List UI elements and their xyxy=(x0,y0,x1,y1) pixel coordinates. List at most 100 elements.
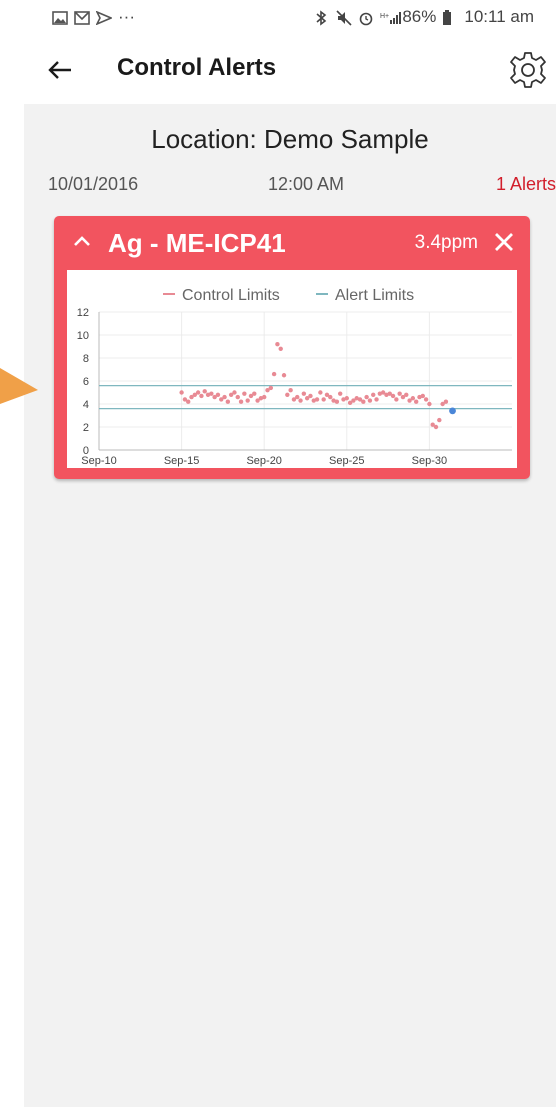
close-icon[interactable] xyxy=(492,230,516,254)
data-point xyxy=(361,399,366,404)
data-point xyxy=(222,394,227,400)
alert-value: 3.4ppm xyxy=(414,232,478,253)
alert-time: 12:00 AM xyxy=(268,174,345,194)
data-point xyxy=(371,392,376,397)
y-tick-label: 8 xyxy=(83,353,89,365)
page-title: Control Alerts xyxy=(117,54,277,81)
analyte-name: Ag - ME-ICP41 xyxy=(108,228,286,258)
x-tick-label: Sep-15 xyxy=(164,455,199,467)
data-point xyxy=(242,391,247,396)
y-tick-label: 10 xyxy=(77,330,89,342)
data-point xyxy=(238,399,244,404)
data-point xyxy=(423,397,429,402)
data-point xyxy=(443,399,449,404)
app-bar: Control Alerts xyxy=(0,42,556,98)
data-point xyxy=(245,398,250,403)
data-point xyxy=(328,394,333,400)
y-tick-label: 2 xyxy=(83,422,89,434)
notification-icons: ··· xyxy=(52,7,135,27)
data-point xyxy=(232,390,237,395)
clock: 10:11 am xyxy=(464,7,534,26)
data-point xyxy=(199,393,204,399)
data-point xyxy=(433,424,439,430)
gallery-icon xyxy=(52,10,68,25)
data-point xyxy=(225,399,231,404)
gear-icon[interactable] xyxy=(508,50,548,90)
data-point xyxy=(413,399,419,404)
data-point xyxy=(321,397,326,402)
data-point xyxy=(209,391,214,396)
data-point xyxy=(271,371,277,377)
data-point xyxy=(314,397,320,402)
message-icon xyxy=(74,10,90,25)
back-arrow-icon[interactable] xyxy=(44,54,76,86)
data-point xyxy=(278,346,283,351)
mute-icon xyxy=(336,10,352,26)
alert-card[interactable]: Ag - ME-ICP41 3.4ppm Control Limits Alert… xyxy=(54,216,530,479)
data-point xyxy=(394,397,399,402)
data-point xyxy=(427,401,432,407)
data-point xyxy=(295,394,300,400)
data-point xyxy=(364,394,369,400)
battery-icon xyxy=(442,10,458,25)
data-point xyxy=(252,391,257,396)
data-point xyxy=(390,393,396,399)
data-point xyxy=(437,417,442,423)
alert-summary-row: 10/01/2016 12:00 AM 1 Alerts xyxy=(48,174,556,198)
screen: ··· H+ 86% 10:11 am Control Alerts Locat… xyxy=(0,0,556,1107)
alert-date: 10/01/2016 xyxy=(48,174,139,194)
x-tick-label: Sep-30 xyxy=(412,455,447,467)
system-status: H+ 86% 10:11 am xyxy=(314,7,534,27)
data-point xyxy=(337,391,343,396)
x-tick-label: Sep-25 xyxy=(329,455,364,467)
data-point xyxy=(404,392,409,397)
data-point xyxy=(268,385,274,391)
y-tick-label: 6 xyxy=(83,376,89,388)
data-point xyxy=(186,399,191,404)
data-point xyxy=(275,342,280,347)
data-point xyxy=(281,373,287,378)
arrow-pointer-icon xyxy=(0,364,38,406)
data-point xyxy=(195,390,201,395)
svg-text:H+: H+ xyxy=(380,13,389,20)
data-point xyxy=(262,394,267,400)
send-icon xyxy=(95,10,114,26)
data-point xyxy=(410,396,416,401)
control-chart: Control Limits Alert Limits 0 2 4 6 8 10 12 Sep-1… xyxy=(67,270,517,468)
data-point xyxy=(334,399,340,404)
latest-data-point xyxy=(449,407,456,415)
chevron-up-icon[interactable] xyxy=(70,228,94,256)
data-point xyxy=(397,391,402,396)
data-point xyxy=(367,398,373,403)
y-tick-label: 4 xyxy=(83,399,89,411)
alert-card-header: Ag - ME-ICP41 3.4ppm xyxy=(54,216,530,270)
data-point xyxy=(374,397,379,402)
y-tick-label: 12 xyxy=(77,307,89,319)
status-bar: ··· H+ 86% 10:11 am xyxy=(0,0,556,34)
data-point xyxy=(318,390,323,395)
x-tick-label: Sep-10 xyxy=(81,455,116,467)
signal-icon: H+ xyxy=(380,10,402,24)
data-point xyxy=(308,393,313,399)
legend-label: Control Limits xyxy=(182,287,280,304)
data-point xyxy=(301,391,307,396)
bluetooth-icon xyxy=(314,10,330,26)
data-point xyxy=(298,398,303,403)
data-point xyxy=(420,393,425,399)
location-title: Location: Demo Sample xyxy=(151,124,429,154)
data-point xyxy=(288,388,293,393)
battery-percent: 86% xyxy=(402,7,437,26)
more-notifications: ··· xyxy=(118,7,135,26)
data-point xyxy=(179,390,184,395)
alert-count[interactable]: 1 Alerts xyxy=(496,174,556,195)
legend-label: Alert Limits xyxy=(335,287,414,304)
alerts-panel: Location: Demo Sample 10/01/2016 12:00 A… xyxy=(24,104,556,1107)
data-point xyxy=(202,389,207,394)
alarm-icon xyxy=(358,10,374,26)
data-point xyxy=(285,392,290,397)
x-tick-label: Sep-20 xyxy=(246,455,281,467)
control-chart-svg: Control Limits Alert Limits024681012Sep-1… xyxy=(77,287,512,467)
data-point xyxy=(215,392,221,397)
data-point xyxy=(235,394,240,400)
data-point xyxy=(344,396,349,401)
